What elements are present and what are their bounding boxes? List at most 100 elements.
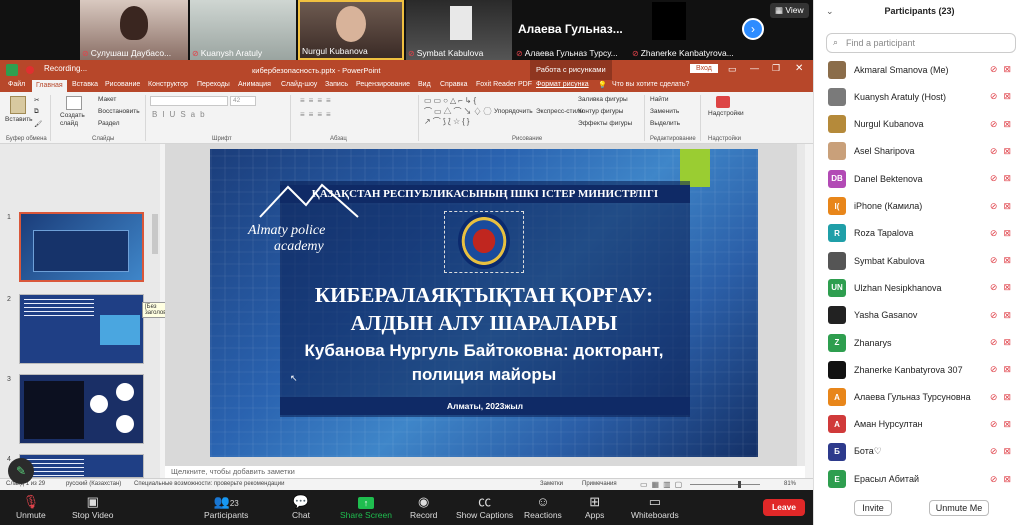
invite-button[interactable]: Invite bbox=[854, 500, 892, 516]
slide-thumbnail-3[interactable] bbox=[19, 374, 144, 444]
font-format-buttons[interactable]: BIUSab bbox=[152, 110, 210, 119]
participants-button[interactable]: 👥23 Participants bbox=[204, 494, 248, 520]
quick-styles-button[interactable]: Экспресс-стили bbox=[536, 108, 584, 115]
next-page-button[interactable]: › bbox=[742, 18, 764, 40]
tab-picture-format[interactable]: Формат рисунка bbox=[536, 81, 589, 88]
participant-row[interactable]: Kuanysh Aratuly (Host) ⊘ ⊠ bbox=[828, 83, 1023, 110]
font-size-select[interactable]: 42 bbox=[230, 96, 256, 106]
shapes-gallery[interactable]: ▭▭○△⌐↳{ bbox=[424, 96, 478, 105]
participant-row[interactable]: Zhanerke Kanbatyrova 307 ⊘ ⊠ bbox=[828, 356, 1023, 383]
reactions-button[interactable]: ☺ Reactions bbox=[524, 494, 562, 520]
view-button[interactable]: ▦ View bbox=[770, 3, 809, 18]
close-icon[interactable]: ✕ bbox=[795, 63, 803, 74]
video-tile[interactable]: ⊘ Kuanysh Aratuly bbox=[190, 0, 296, 60]
participant-row[interactable]: Symbat Kabulova ⊘ ⊠ bbox=[828, 247, 1023, 274]
notes-pane[interactable]: Щелкните, чтобы добавить заметки bbox=[165, 466, 805, 478]
view-buttons[interactable]: ▭▦▥▢ bbox=[640, 480, 686, 489]
participant-row[interactable]: R Roza Tapalova ⊘ ⊠ bbox=[828, 220, 1023, 247]
addins-button[interactable]: Надстройки bbox=[708, 110, 744, 117]
unmute-me-button[interactable]: Unmute Me bbox=[929, 500, 989, 516]
apps-button[interactable]: ⊞ Apps bbox=[585, 494, 604, 520]
paste-icon[interactable] bbox=[10, 96, 26, 114]
slide-canvas[interactable]: ҚАЗАҚСТАН РЕСПУБЛИКАСЫНЫҢ ІШКІ ІСТЕР МИН… bbox=[210, 149, 758, 457]
shape-effects-button[interactable]: Эффекты фигуры bbox=[578, 120, 632, 127]
participant-row[interactable]: Е Ерасыл Абитай ⊘ ⊠ bbox=[828, 466, 1023, 493]
ribbon-options-icon[interactable]: ▭ bbox=[728, 64, 737, 75]
accessibility-status[interactable]: Специальные возможности: проверьте реком… bbox=[134, 481, 284, 487]
layout-button[interactable]: Макет bbox=[98, 96, 116, 103]
share-screen-button[interactable]: ↑ Share Screen bbox=[340, 494, 392, 520]
unmute-button[interactable]: 🎙 Unmute bbox=[16, 494, 46, 520]
shape-outline-button[interactable]: Контур фигуры bbox=[578, 108, 623, 115]
tab-slideshow[interactable]: Слайд-шоу bbox=[281, 81, 317, 88]
video-tile[interactable]: ⊘ Сулушаш Даубасо... bbox=[80, 0, 188, 60]
cut-icon[interactable]: ✂ bbox=[34, 96, 39, 104]
zoom-slider-thumb[interactable] bbox=[738, 481, 741, 488]
participant-row[interactable]: I(iPhone (Камила) ⊘ ⊠ bbox=[828, 193, 1023, 220]
participant-search-box[interactable]: ⌕ Find a participant bbox=[826, 33, 1016, 53]
participant-row[interactable]: Akmaral Smanova (Me) ⊘ ⊠ bbox=[828, 56, 1023, 83]
language-indicator[interactable]: русский (Казахстан) bbox=[66, 481, 121, 487]
paragraph-buttons[interactable]: ≡≡≡≡ bbox=[300, 96, 335, 105]
participant-row[interactable]: UN Ulzhan Nesipkhanova ⊘ ⊠ bbox=[828, 274, 1023, 301]
maximize-icon[interactable]: ❐ bbox=[772, 63, 780, 74]
participant-row[interactable]: DB Danel Bektenova ⊘ ⊠ bbox=[828, 165, 1023, 192]
zoom-slider[interactable] bbox=[690, 484, 760, 485]
participant-row[interactable]: Nurgul Kubanova ⊘ ⊠ bbox=[828, 111, 1023, 138]
stop-video-button[interactable]: ▣ Stop Video bbox=[72, 494, 113, 520]
section-button[interactable]: Раздел bbox=[98, 120, 119, 127]
video-tile[interactable]: ⊘ Zhanerke Kanbatyrova... bbox=[630, 0, 738, 60]
tab-draw[interactable]: Рисование bbox=[105, 81, 140, 88]
notes-toggle[interactable]: Заметки bbox=[540, 481, 563, 487]
paste-button[interactable]: Вставить bbox=[5, 116, 33, 123]
chat-button[interactable]: 💬 Chat bbox=[292, 494, 310, 520]
search-input[interactable]: Find a participant bbox=[846, 38, 915, 48]
slide-thumbnail-1[interactable] bbox=[19, 212, 144, 282]
shape-fill-button[interactable]: Заливка фигуры bbox=[578, 96, 628, 103]
video-tile[interactable]: ⊘ Symbat Kabulova bbox=[406, 0, 512, 60]
slide-thumbnail-4[interactable] bbox=[19, 454, 144, 478]
tab-animations[interactable]: Анимация bbox=[238, 81, 271, 88]
font-family-select[interactable] bbox=[150, 96, 228, 106]
replace-button[interactable]: Заменить bbox=[650, 108, 679, 115]
tell-me-box[interactable]: Что вы хотите сделать? bbox=[612, 81, 689, 88]
annotate-pen-icon[interactable]: ✎ bbox=[8, 458, 34, 484]
zoom-level[interactable]: 81% bbox=[784, 481, 796, 487]
minimize-icon[interactable]: — bbox=[750, 63, 759, 73]
new-slide-icon[interactable] bbox=[66, 96, 82, 110]
reset-button[interactable]: Восстановить bbox=[98, 108, 140, 115]
tab-record[interactable]: Запись bbox=[325, 81, 348, 88]
comments-toggle[interactable]: Примечания bbox=[582, 481, 617, 487]
new-slide-button[interactable]: Создать слайд bbox=[60, 112, 90, 128]
video-tile[interactable]: Алаева Гульназ... ⊘ Алаева Гульназ Турсу.… bbox=[514, 0, 628, 60]
video-tile-active[interactable]: Nurgul Kubanova bbox=[298, 0, 404, 60]
participant-row[interactable]: А Алаева Гульназ Турсуновна ⊘ ⊠ bbox=[828, 384, 1023, 411]
thumbnails-scrollbar[interactable] bbox=[152, 214, 158, 254]
tab-review[interactable]: Рецензирование bbox=[356, 81, 410, 88]
tab-view[interactable]: Вид bbox=[418, 81, 431, 88]
shapes-gallery-row3[interactable]: ↗⌒⟆⟅☆{} bbox=[424, 116, 471, 127]
tab-file[interactable]: Файл bbox=[8, 81, 25, 88]
select-button[interactable]: Выделить bbox=[650, 120, 680, 127]
tab-foxit[interactable]: Foxit Reader PDF bbox=[476, 81, 532, 88]
slide-thumbnail-2[interactable] bbox=[19, 294, 144, 364]
leave-button[interactable]: Leave bbox=[763, 499, 805, 516]
tab-insert[interactable]: Вставка bbox=[72, 81, 98, 88]
record-button[interactable]: ◉ Record bbox=[410, 494, 437, 520]
copy-icon[interactable]: ⧉ bbox=[34, 108, 39, 116]
participant-row[interactable]: Asel Sharipova ⊘ ⊠ bbox=[828, 138, 1023, 165]
format-painter-icon[interactable]: 🖌 bbox=[34, 120, 42, 128]
slide-scrollbar[interactable] bbox=[797, 144, 805, 466]
participant-row[interactable]: А Аман Нурсултан ⊘ ⊠ bbox=[828, 411, 1023, 438]
addins-icon[interactable] bbox=[716, 96, 730, 108]
slide-thumbnails-pane[interactable]: 1 2 3 4 [Без заголовка] bbox=[0, 144, 178, 478]
tab-design[interactable]: Конструктор bbox=[148, 81, 188, 88]
show-captions-button[interactable]: ㏄ Show Captions bbox=[456, 494, 513, 520]
alignment-buttons[interactable]: ≡≡≡≡ bbox=[300, 110, 335, 119]
participant-row[interactable]: Б Бота♡ ⊘ ⊠ bbox=[828, 438, 1023, 465]
tab-home[interactable]: Главная bbox=[32, 80, 67, 92]
participant-row[interactable]: Z Zhanarys ⊘ ⊠ bbox=[828, 329, 1023, 356]
tab-help[interactable]: Справка bbox=[440, 81, 467, 88]
arrange-button[interactable]: Упорядочить bbox=[494, 108, 533, 115]
find-button[interactable]: Найти bbox=[650, 96, 669, 103]
